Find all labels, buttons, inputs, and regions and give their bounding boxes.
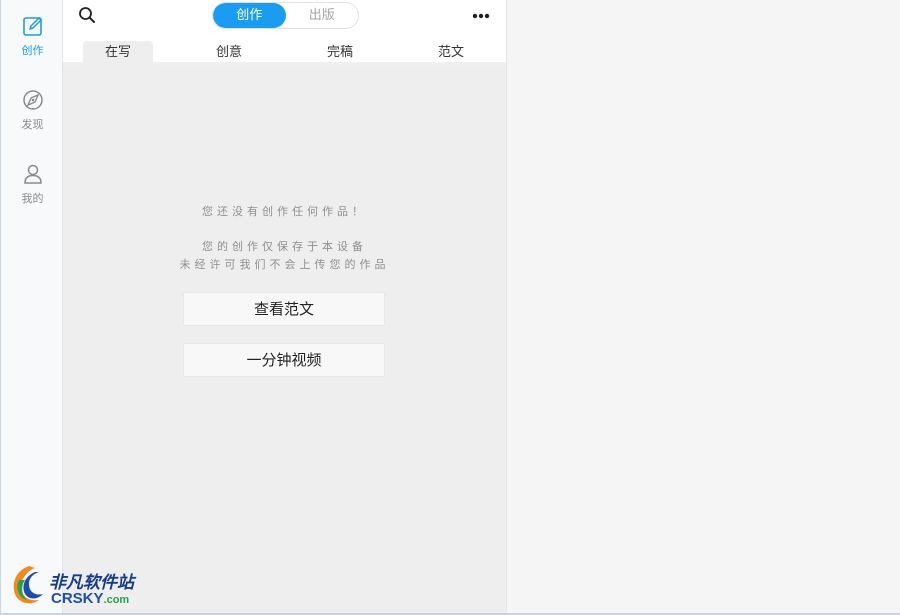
sidebar-item-create[interactable]: 创作 [2,15,63,75]
user-icon [22,163,44,185]
content-area [506,0,900,613]
logo-mark-icon [5,562,51,608]
privacy-note: 未经许可我们不会上传您的作品 [179,258,390,271]
tab-bar: 在写 创意 完稿 范文 [63,32,506,65]
tab-samples[interactable]: 范文 [416,41,486,65]
app-window: 创作 发现 我的 创作 出版 在写 创意 完稿 范文 您还没有创作任何作品！ 您… [0,0,900,615]
segment-publish[interactable]: 出版 [286,3,359,28]
view-samples-button[interactable]: 查看范文 [183,292,385,326]
tab-writing[interactable]: 在写 [83,41,153,65]
works-panel: 创作 出版 在写 创意 完稿 范文 您还没有创作任何作品！ 您的创作仅保存于本设… [63,0,506,613]
sidebar-item-label: 我的 [21,192,44,205]
tab-finished[interactable]: 完稿 [305,41,375,65]
segment-create[interactable]: 创作 [213,3,286,28]
mode-switch: 创作 出版 [212,2,359,29]
compass-icon [22,89,44,111]
one-minute-video-button[interactable]: 一分钟视频 [183,343,385,377]
sidebar-item-label: 创作 [21,44,44,57]
sidebar-item-label: 发现 [21,118,44,131]
sidebar-item-mine[interactable]: 我的 [2,163,63,223]
empty-message: 您还没有创作任何作品！ [202,205,367,218]
more-icon[interactable] [471,8,491,22]
storage-note: 您的创作仅保存于本设备 [202,240,367,253]
sidebar: 创作 发现 我的 [2,0,63,613]
search-icon[interactable] [78,6,96,24]
top-bar: 创作 出版 [63,0,506,32]
tab-ideas[interactable]: 创意 [194,41,264,65]
watermark-en: CRSKY.com [51,590,130,607]
sidebar-item-discover[interactable]: 发现 [2,89,63,149]
edit-icon [22,15,44,37]
watermark-logo: 非凡软件站 CRSKY.com [5,560,145,612]
